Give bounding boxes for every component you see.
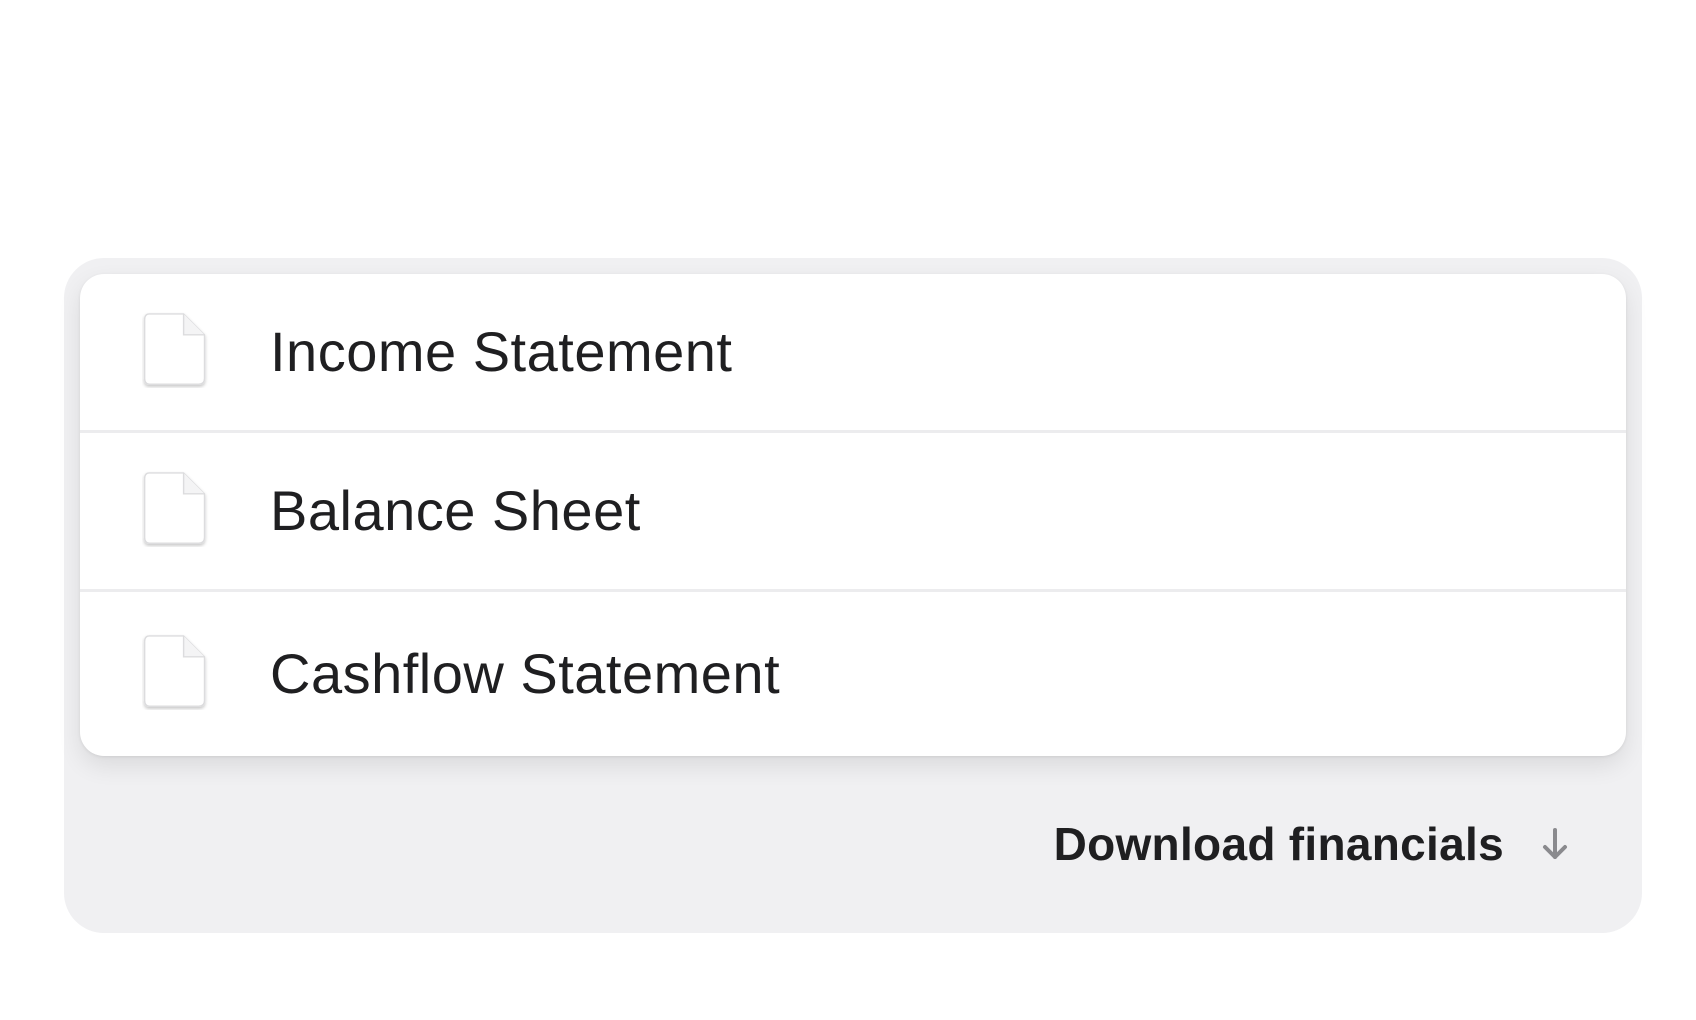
list-item-income-statement[interactable]: Income Statement <box>80 274 1626 433</box>
document-icon <box>143 313 206 385</box>
file-label: Cashflow Statement <box>270 642 781 705</box>
file-label: Balance Sheet <box>270 479 641 542</box>
list-item-balance-sheet[interactable]: Balance Sheet <box>80 433 1626 592</box>
download-label: Download financials <box>1053 818 1504 870</box>
download-financials-button[interactable]: Download financials <box>1054 817 1570 871</box>
document-icon <box>143 472 206 544</box>
file-label: Income Statement <box>270 320 733 383</box>
arrow-down-icon <box>1543 828 1567 859</box>
financials-card: Income Statement Balance Sheet Cashflow … <box>64 258 1642 933</box>
file-list: Income Statement Balance Sheet Cashflow … <box>80 274 1626 756</box>
list-item-cashflow-statement[interactable]: Cashflow Statement <box>80 592 1626 756</box>
document-icon <box>143 635 206 707</box>
